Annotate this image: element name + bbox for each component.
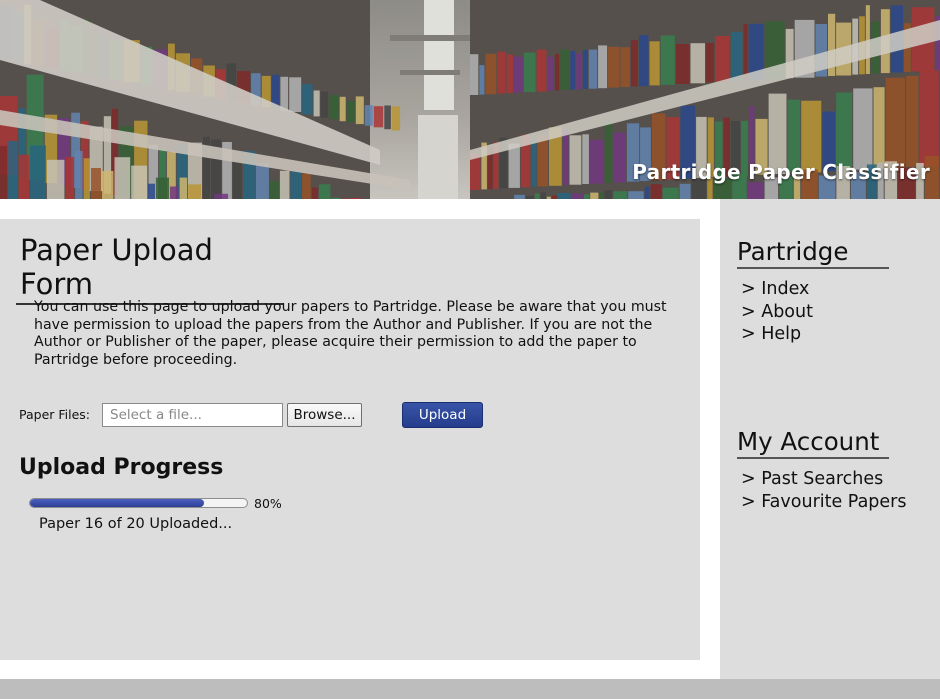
upload-progress-fill [30, 499, 204, 507]
paper-files-label: Paper Files: [19, 407, 91, 422]
upload-row: Paper Files: Browse... Upload [19, 402, 499, 428]
upload-progress-heading: Upload Progress [19, 455, 224, 480]
upload-progress-bar [29, 498, 248, 508]
sidebar-item-index[interactable]: > Index [741, 278, 813, 301]
browse-button[interactable]: Browse... [287, 403, 362, 427]
file-path-input[interactable] [102, 403, 283, 427]
sidebar-item-past-searches[interactable]: > Past Searches [741, 468, 907, 491]
upload-button[interactable]: Upload [402, 402, 483, 428]
intro-text: You can use this page to upload your pap… [34, 299, 667, 369]
sidebar-item-favourite-papers[interactable]: > Favourite Papers [741, 491, 907, 514]
page-title: Paper Upload Form [16, 233, 284, 305]
upload-form-panel: Paper Upload Form You can use this page … [0, 219, 700, 660]
upload-progress-status: Paper 16 of 20 Uploaded... [39, 516, 233, 532]
site-title: Partridge Paper Classifier [632, 160, 930, 184]
upload-progress-percent: 80% [254, 496, 282, 511]
sidebar-item-help[interactable]: > Help [741, 323, 813, 346]
sidebar: Partridge > Index > About > Help My Acco… [720, 199, 940, 679]
sidebar-heading-my-account: My Account [737, 427, 889, 459]
sidebar-item-about[interactable]: > About [741, 301, 813, 324]
header-banner: Partridge Paper Classifier [0, 0, 940, 199]
footer-bar [0, 679, 940, 699]
sidebar-nav-partridge: > Index > About > Help [741, 278, 813, 346]
sidebar-heading-partridge: Partridge [737, 237, 889, 269]
sidebar-nav-my-account: > Past Searches > Favourite Papers [741, 468, 907, 513]
